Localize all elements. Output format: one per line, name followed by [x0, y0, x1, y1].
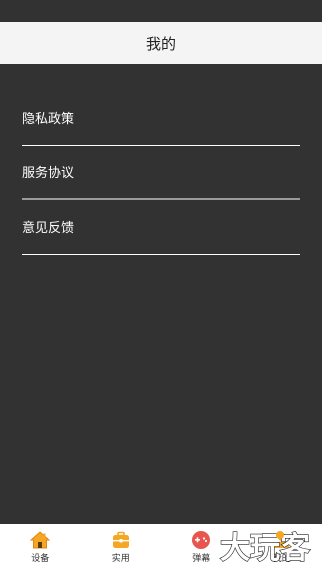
menu-item-privacy-policy[interactable]: 隐私政策 — [22, 91, 300, 146]
tab-devices[interactable]: 设备 — [0, 524, 81, 572]
home-icon — [30, 531, 51, 549]
toolbox-icon — [112, 531, 129, 548]
menu-item-service-agreement[interactable]: 服务协议 — [22, 146, 300, 200]
tab-utilities[interactable]: 实用 — [81, 524, 162, 572]
tab-label: 我的 — [272, 554, 291, 564]
menu-item-feedback[interactable]: 意见反馈 — [22, 200, 300, 255]
page-title: 我的 — [145, 34, 176, 53]
tab-label: 实用 — [111, 554, 130, 564]
tab-label: 设备 — [31, 554, 50, 564]
profile-icon — [274, 533, 290, 548]
tab-mine[interactable]: 我的 — [242, 524, 322, 572]
settings-menu: 隐私政策 服务协议 意见反馈 — [22, 91, 300, 255]
menu-item-label: 隐私政策 — [22, 111, 75, 127]
menu-item-label: 意见反馈 — [22, 220, 75, 236]
status-bar — [0, 0, 322, 22]
tab-danmaku[interactable]: 弹幕 — [161, 524, 242, 572]
menu-item-label: 服务协议 — [22, 166, 75, 182]
bottom-tab-bar: 设备 实用 弹幕 我的 — [0, 524, 322, 572]
divider — [22, 253, 300, 255]
page-header: 我的 — [0, 22, 322, 64]
tab-label: 弹幕 — [192, 554, 211, 564]
gamepad-icon — [192, 531, 211, 549]
